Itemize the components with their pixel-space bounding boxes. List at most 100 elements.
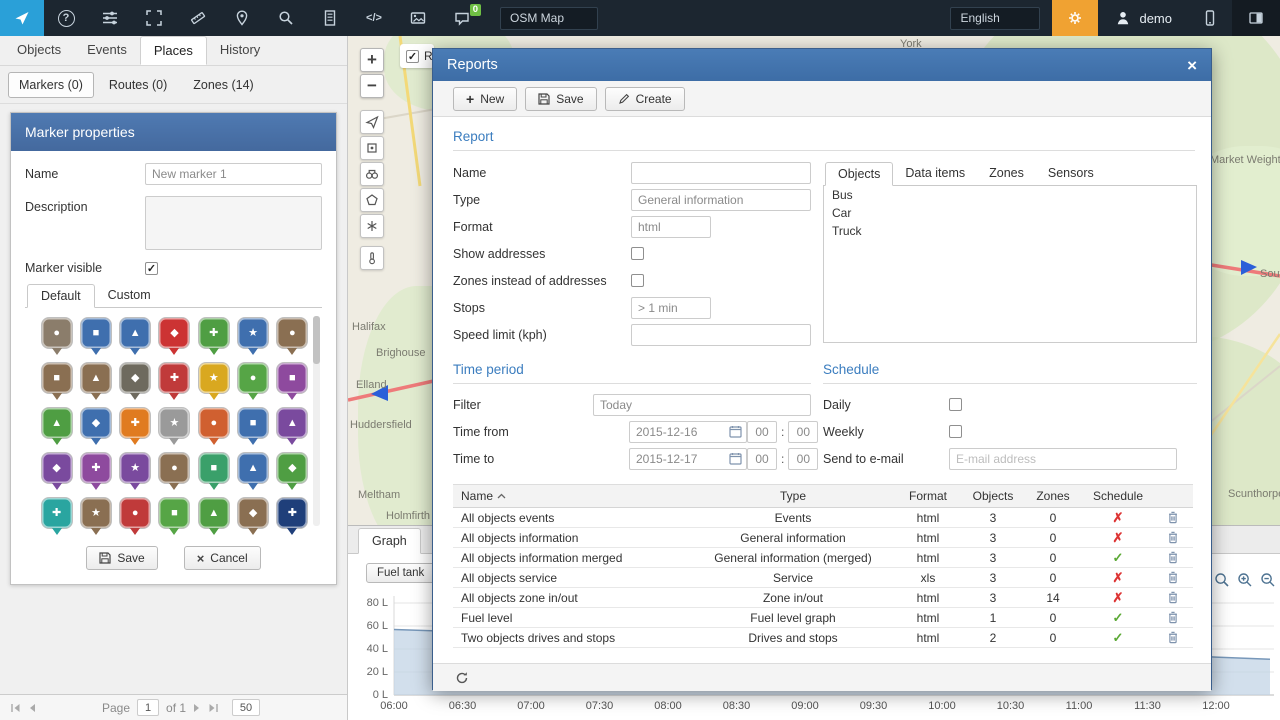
panel-toggle-button[interactable] xyxy=(1232,0,1280,36)
marker-icon[interactable]: ● xyxy=(277,318,307,348)
marker-icon[interactable]: ★ xyxy=(81,498,111,528)
map-navigate-tool[interactable] xyxy=(360,110,384,134)
col-header-actions[interactable] xyxy=(1153,485,1193,507)
settings-button[interactable] xyxy=(88,0,132,36)
marker-icon[interactable]: ✚ xyxy=(120,408,150,438)
reports-button[interactable] xyxy=(308,0,352,36)
map-type-select[interactable]: OSM Map xyxy=(500,7,598,30)
daily-checkbox[interactable] xyxy=(949,398,962,411)
mobile-button[interactable] xyxy=(1188,0,1232,36)
page-size-select[interactable]: 50 xyxy=(232,699,260,716)
col-header-name[interactable]: Name xyxy=(453,485,693,507)
marker-cancel-button[interactable]: × Cancel xyxy=(184,546,261,570)
delete-icon[interactable] xyxy=(1167,571,1179,584)
col-header-objects[interactable]: Objects xyxy=(963,485,1023,507)
email-input[interactable] xyxy=(949,448,1177,470)
report-row[interactable]: All objects serviceServicexls30✗ xyxy=(453,568,1193,588)
ruler-button[interactable] xyxy=(176,0,220,36)
app-logo[interactable] xyxy=(0,0,44,36)
stops-select[interactable] xyxy=(631,297,711,319)
objects-list-item[interactable]: Car xyxy=(824,204,1196,222)
report-name-input[interactable] xyxy=(631,162,811,184)
refresh-button[interactable] xyxy=(455,671,469,685)
tab-objects[interactable]: Objects xyxy=(4,36,74,65)
objects-tab-data-items[interactable]: Data items xyxy=(893,162,977,186)
marker-icon[interactable]: ■ xyxy=(159,498,189,528)
fullscreen-button[interactable] xyxy=(132,0,176,36)
delete-report-button[interactable] xyxy=(1153,628,1193,647)
marker-icon[interactable]: ◆ xyxy=(238,498,268,528)
calendar-icon[interactable] xyxy=(729,425,742,438)
page-input[interactable] xyxy=(137,699,159,716)
speed-limit-input[interactable] xyxy=(631,324,811,346)
last-page-button[interactable] xyxy=(208,703,219,713)
marker-icon[interactable]: ◆ xyxy=(42,453,72,483)
marker-icon[interactable]: ✚ xyxy=(159,363,189,393)
objects-list-item[interactable]: Bus xyxy=(824,186,1196,204)
marker-icon[interactable]: ✚ xyxy=(277,498,307,528)
marker-description-input[interactable] xyxy=(145,196,322,250)
subtab-markers-0[interactable]: Markers (0) xyxy=(8,72,94,98)
close-icon[interactable]: × xyxy=(1187,57,1197,74)
objects-tab-zones[interactable]: Zones xyxy=(977,162,1036,186)
marker-icon[interactable]: ● xyxy=(199,408,229,438)
marker-icon[interactable]: ● xyxy=(42,318,72,348)
delete-report-button[interactable] xyxy=(1153,528,1193,547)
report-row[interactable]: All objects informationGeneral informati… xyxy=(453,528,1193,548)
api-button[interactable]: </> xyxy=(352,0,396,36)
map-polygon-tool[interactable] xyxy=(360,188,384,212)
marker-save-button[interactable]: Save xyxy=(86,546,157,570)
objects-list-item[interactable]: Truck xyxy=(824,222,1196,240)
marker-icon[interactable]: ● xyxy=(120,498,150,528)
objects-tab-sensors[interactable]: Sensors xyxy=(1036,162,1106,186)
report-format-select[interactable] xyxy=(631,216,711,238)
tab-events[interactable]: Events xyxy=(74,36,140,65)
col-header-schedule[interactable]: Schedule xyxy=(1083,485,1153,507)
delete-icon[interactable] xyxy=(1167,531,1179,544)
marker-icon[interactable]: ▲ xyxy=(42,408,72,438)
col-header-format[interactable]: Format xyxy=(893,485,963,507)
time-from-hour-input[interactable] xyxy=(747,421,777,443)
map-measure-tool[interactable] xyxy=(360,246,384,270)
report-row[interactable]: All objects information mergedGeneral in… xyxy=(453,548,1193,568)
delete-report-button[interactable] xyxy=(1153,568,1193,587)
admin-settings-button[interactable] xyxy=(1052,0,1098,36)
filter-select[interactable] xyxy=(593,394,811,416)
chat-button[interactable]: 0 xyxy=(440,0,484,36)
gallery-button[interactable] xyxy=(396,0,440,36)
graph-zoom-out-button[interactable] xyxy=(1258,570,1277,589)
places-button[interactable] xyxy=(220,0,264,36)
delete-report-button[interactable] xyxy=(1153,508,1193,527)
marker-icon[interactable]: ▲ xyxy=(277,408,307,438)
icon-tab-custom[interactable]: Custom xyxy=(95,284,164,308)
delete-report-button[interactable] xyxy=(1153,588,1193,607)
marker-icon[interactable]: ▲ xyxy=(199,498,229,528)
zones-instead-checkbox[interactable] xyxy=(631,274,644,287)
icon-tab-default[interactable]: Default xyxy=(27,284,95,308)
user-menu[interactable]: demo xyxy=(1098,9,1188,27)
report-row[interactable]: Two objects drives and stopsDrives and s… xyxy=(453,628,1193,648)
col-header-zones[interactable]: Zones xyxy=(1023,485,1083,507)
marker-icon[interactable]: ◆ xyxy=(277,453,307,483)
graph-zoom-reset-button[interactable] xyxy=(1212,570,1231,589)
marker-icon[interactable]: ★ xyxy=(238,318,268,348)
map-follow-tool[interactable] xyxy=(360,136,384,160)
marker-icon[interactable]: ■ xyxy=(199,453,229,483)
col-header-type[interactable]: Type xyxy=(693,485,893,507)
marker-icon[interactable]: ■ xyxy=(277,363,307,393)
next-page-button[interactable] xyxy=(193,703,201,713)
marker-name-input[interactable] xyxy=(145,163,322,185)
map-search-tool[interactable] xyxy=(360,162,384,186)
marker-icon[interactable]: ▲ xyxy=(81,363,111,393)
map-cluster-tool[interactable] xyxy=(360,214,384,238)
create-report-button[interactable]: Create xyxy=(605,87,685,111)
delete-report-button[interactable] xyxy=(1153,548,1193,567)
marker-icon[interactable]: ★ xyxy=(120,453,150,483)
report-row[interactable]: Fuel levelFuel level graphhtml10✓ xyxy=(453,608,1193,628)
marker-icon[interactable]: ◆ xyxy=(120,363,150,393)
report-type-select[interactable] xyxy=(631,189,811,211)
delete-icon[interactable] xyxy=(1167,611,1179,624)
help-button[interactable]: ? xyxy=(44,0,88,36)
marker-grid-scrollbar[interactable] xyxy=(313,316,320,526)
marker-icon[interactable]: ■ xyxy=(42,363,72,393)
